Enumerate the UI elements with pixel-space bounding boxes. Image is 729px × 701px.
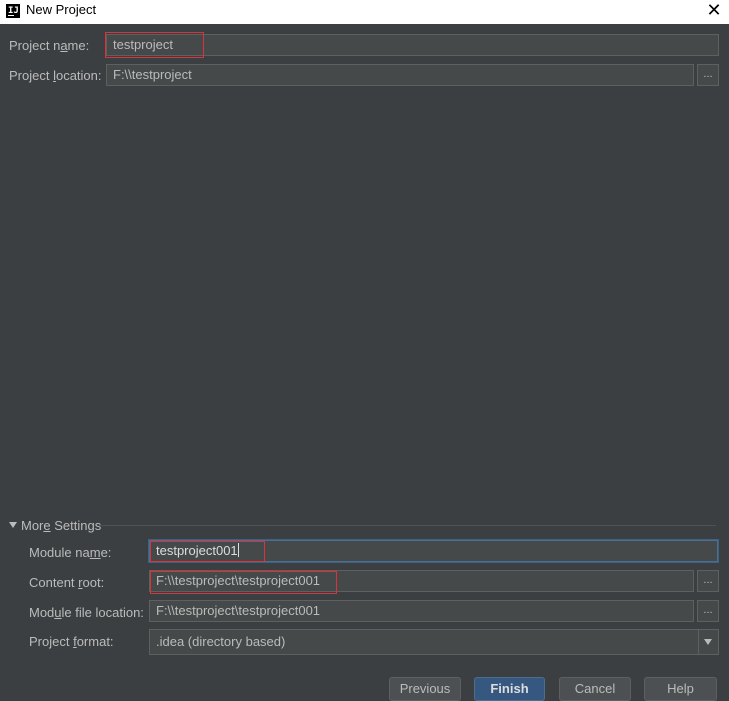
cancel-button[interactable]: Cancel — [559, 677, 631, 701]
project-name-label: Project name: — [9, 38, 90, 53]
previous-button[interactable]: Previous — [389, 677, 461, 701]
more-settings-toggle[interactable]: More Settings — [21, 518, 101, 533]
intellij-app-icon: IJ — [6, 4, 20, 18]
content-root-label: Content root: — [29, 575, 105, 590]
text-cursor — [237, 543, 239, 557]
expand-triangle-icon[interactable] — [9, 522, 17, 528]
project-format-select[interactable]: .idea (directory based) — [149, 629, 719, 655]
project-location-input[interactable]: F:\\testproject — [106, 64, 694, 86]
chevron-down-icon[interactable] — [698, 629, 718, 655]
close-icon[interactable]: ✕ — [705, 1, 723, 19]
module-name-value: testproject001 — [156, 543, 238, 558]
content-root-browse-button[interactable]: ... — [697, 570, 719, 592]
module-file-location-browse-button[interactable]: ... — [697, 600, 719, 622]
section-divider — [99, 525, 716, 526]
module-file-location-input[interactable]: F:\\testproject\testproject001 — [149, 600, 694, 622]
title-bar: IJ New Project ✕ — [0, 0, 729, 24]
project-name-input[interactable]: testproject — [106, 34, 719, 56]
project-location-browse-button[interactable]: ... — [697, 64, 719, 86]
window-title: New Project — [26, 2, 97, 17]
project-format-label: Project format: — [29, 634, 114, 649]
module-name-label: Module name: — [29, 545, 112, 560]
project-location-label: Project location: — [9, 68, 102, 83]
project-format-value: .idea (directory based) — [156, 634, 286, 649]
content-root-input[interactable]: F:\\testproject\testproject001 — [149, 570, 694, 592]
help-button[interactable]: Help — [644, 677, 717, 701]
finish-button[interactable]: Finish — [474, 677, 545, 701]
module-name-input[interactable]: testproject001 — [149, 540, 718, 562]
module-file-location-label: Module file location: — [29, 605, 144, 620]
